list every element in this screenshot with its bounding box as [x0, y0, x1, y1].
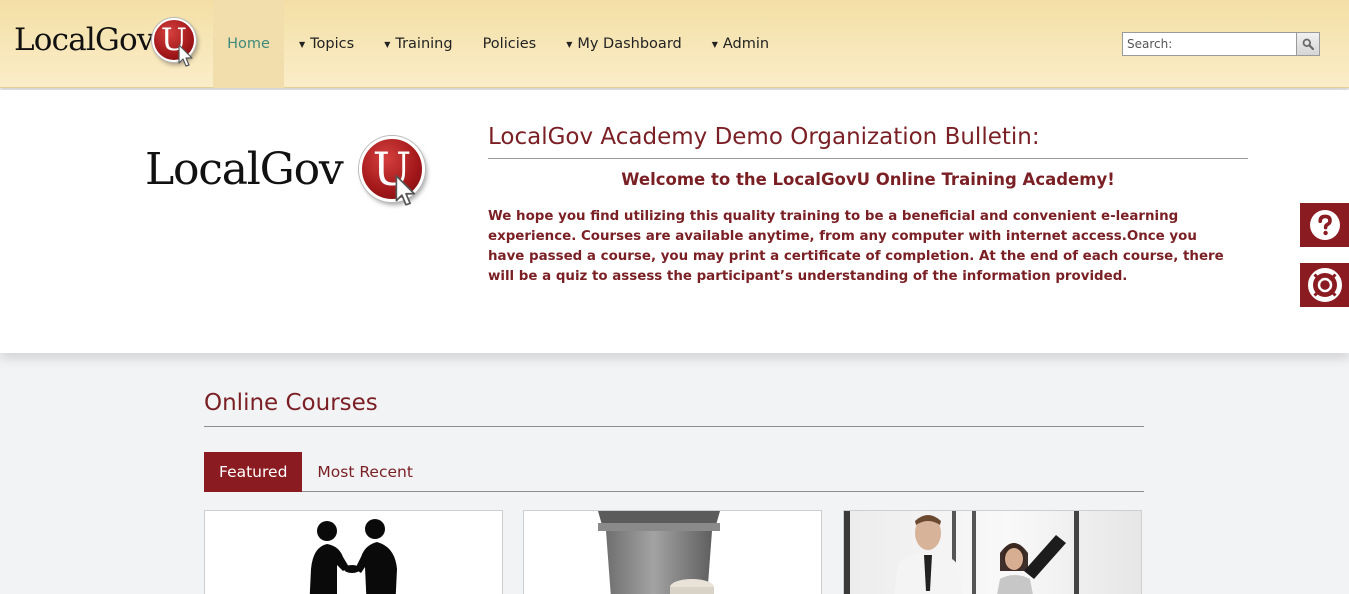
course-card[interactable] — [204, 510, 503, 594]
nav-policies[interactable]: Policies — [468, 0, 552, 88]
top-navigation-bar: LocalGov U Home ▼ Topics ▼ Training Poli… — [0, 0, 1349, 88]
online-courses-title: Online Courses — [204, 390, 1144, 427]
main-nav: Home ▼ Topics ▼ Training Policies ▼ My D… — [213, 0, 784, 88]
support-button[interactable] — [1300, 263, 1349, 307]
search-input[interactable] — [1122, 32, 1297, 56]
course-card[interactable] — [523, 510, 822, 594]
hero-logo: LocalGov U — [145, 134, 435, 224]
caret-down-icon: ▼ — [299, 39, 306, 49]
tab-featured[interactable]: Featured — [204, 452, 303, 492]
nav-home-label: Home — [227, 36, 270, 52]
question-circle-icon — [1309, 210, 1340, 240]
nav-topics-label: Topics — [310, 36, 355, 52]
cursor-icon — [395, 175, 416, 206]
nav-my-dashboard[interactable]: ▼ My Dashboard — [551, 0, 697, 88]
caret-down-icon: ▼ — [384, 39, 391, 49]
course-card[interactable] — [843, 510, 1142, 594]
office-workers-image — [844, 511, 1079, 594]
nav-admin-label: Admin — [722, 36, 770, 52]
search-button[interactable] — [1297, 32, 1320, 56]
header-logo-text: LocalGov — [14, 22, 154, 58]
handshake-silhouette-image — [309, 519, 397, 594]
course-cards — [204, 510, 1144, 594]
nav-my-dashboard-label: My Dashboard — [577, 36, 682, 52]
cursor-icon — [178, 44, 193, 67]
bulletin-section: LocalGov U LocalGov Academy Demo Organiz… — [0, 90, 1349, 353]
tab-most-recent[interactable]: Most Recent — [302, 452, 428, 492]
bulletin-content: LocalGov Academy Demo Organization Bulle… — [488, 124, 1248, 287]
caret-down-icon: ▼ — [711, 39, 718, 49]
nav-training[interactable]: ▼ Training — [369, 0, 467, 88]
tab-featured-label: Featured — [219, 463, 288, 481]
help-button[interactable] — [1300, 203, 1349, 247]
header-logo[interactable]: LocalGov U — [12, 14, 204, 74]
bulletin-body: We hope you find utilizing this quality … — [488, 209, 1224, 284]
nav-topics[interactable]: ▼ Topics — [284, 0, 369, 88]
tab-most-recent-label: Most Recent — [317, 463, 413, 481]
life-ring-icon — [1307, 268, 1342, 302]
trash-can-image — [598, 511, 720, 594]
online-courses-section: Online Courses Featured Most Recent — [204, 390, 1144, 492]
bulletin-title: LocalGov Academy Demo Organization Bulle… — [488, 124, 1248, 159]
bulletin-welcome: Welcome to the LocalGovU Online Training… — [621, 170, 1115, 189]
search-box — [1122, 32, 1320, 56]
nav-home[interactable]: Home — [213, 0, 284, 88]
caret-down-icon: ▼ — [566, 39, 573, 49]
hero-logo-text: LocalGov — [145, 144, 344, 195]
search-icon — [1302, 38, 1314, 50]
nav-policies-label: Policies — [482, 36, 537, 52]
nav-training-label: Training — [395, 36, 453, 52]
nav-admin[interactable]: ▼ Admin — [697, 0, 784, 88]
course-tabs: Featured Most Recent — [204, 452, 1144, 492]
